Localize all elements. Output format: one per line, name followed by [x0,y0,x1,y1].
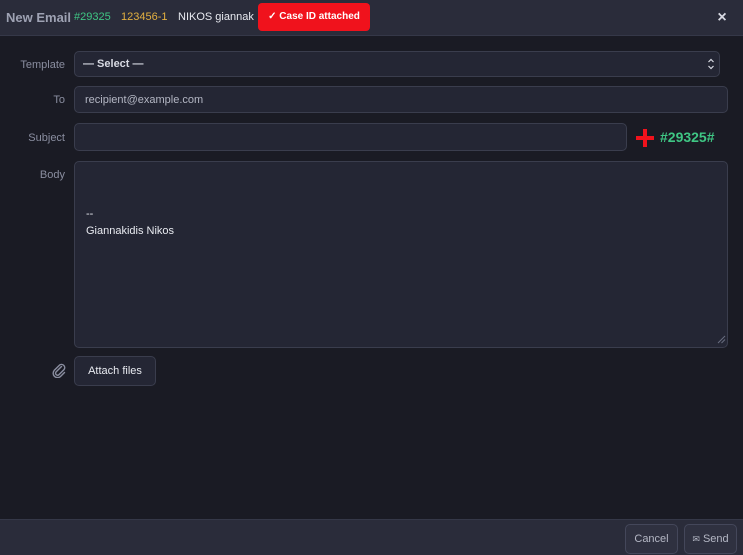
contact-name: NIKOS giannak [178,11,254,23]
attach-files-button[interactable]: Attach files [74,356,156,386]
cancel-button[interactable]: Cancel [625,524,678,554]
template-select[interactable]: — Select — [74,51,720,77]
body-label: Body [39,169,65,181]
header-bar: New Email #29325 123456-1 NIKOS giannak … [0,0,743,36]
envelope-icon: ✉ [692,534,700,544]
paperclip-icon [52,363,66,378]
send-label: Send [702,533,729,545]
new-email-window: New Email #29325 123456-1 NIKOS giannak … [0,0,743,555]
subject-label: Subject [28,132,65,144]
body-signature: -- Giannakidis Nikos [86,208,175,237]
case-id-attached-badge: ✓ Case ID attached [258,3,370,31]
subject-case-tag: #29325# [660,129,715,145]
resize-handle-icon[interactable] [716,334,726,344]
window-title: New Email [6,10,72,25]
close-icon[interactable]: × [713,9,731,27]
to-input[interactable] [74,86,728,113]
subject-input[interactable] [74,123,627,151]
plus-icon [636,129,654,147]
template-selected-value: — Select — [83,58,144,70]
body-textarea[interactable] [74,161,728,348]
case-id: #29325 [74,11,111,23]
footer-bar: Cancel ✉ Send [0,519,743,555]
send-button[interactable]: ✉ Send [684,524,737,554]
chevron-up-down-icon [707,52,715,85]
case-number: 123456-1 [121,11,168,23]
to-label: To [53,94,65,106]
template-label: Template [20,59,65,71]
